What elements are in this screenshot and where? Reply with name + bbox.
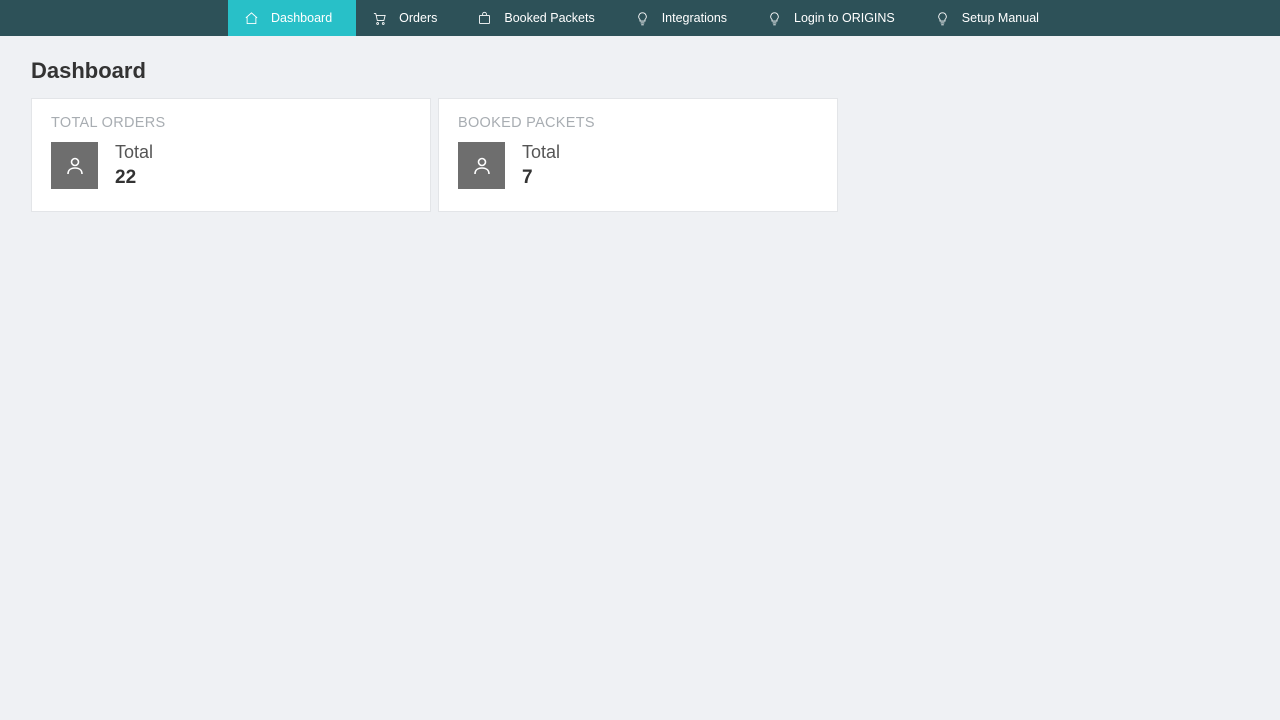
bulb-icon [935, 11, 950, 26]
card-body: Total 7 [458, 142, 818, 189]
page-title: Dashboard [31, 58, 1249, 84]
card-text: Total 22 [115, 142, 153, 189]
home-icon [244, 11, 259, 26]
card-label: Total [115, 142, 153, 163]
nav-label: Login to ORIGINS [794, 11, 895, 25]
nav-item-integrations[interactable]: Integrations [619, 0, 751, 36]
card-value: 7 [522, 167, 560, 189]
nav-item-setup-manual[interactable]: Setup Manual [919, 0, 1063, 36]
person-icon [458, 142, 505, 189]
top-nav: Dashboard Orders Booked Packets Integrat… [0, 0, 1280, 36]
bag-icon [477, 11, 492, 26]
card-title: BOOKED PACKETS [458, 115, 818, 131]
nav-label: Integrations [662, 11, 727, 25]
person-icon [51, 142, 98, 189]
card-total-orders: TOTAL ORDERS Total 22 [31, 98, 431, 212]
card-label: Total [522, 142, 560, 163]
cart-icon [372, 11, 387, 26]
nav-item-booked-packets[interactable]: Booked Packets [461, 0, 618, 36]
nav-item-orders[interactable]: Orders [356, 0, 461, 36]
nav-label: Setup Manual [962, 11, 1039, 25]
nav-label: Orders [399, 11, 437, 25]
card-booked-packets: BOOKED PACKETS Total 7 [438, 98, 838, 212]
main-content: Dashboard TOTAL ORDERS Total 22 BOOKED P… [0, 36, 1280, 234]
card-text: Total 7 [522, 142, 560, 189]
bulb-icon [767, 11, 782, 26]
nav-label: Booked Packets [504, 11, 594, 25]
nav-item-dashboard[interactable]: Dashboard [228, 0, 356, 36]
card-body: Total 22 [51, 142, 411, 189]
card-title: TOTAL ORDERS [51, 115, 411, 131]
card-value: 22 [115, 167, 153, 189]
nav-label: Dashboard [271, 11, 332, 25]
cards-row: TOTAL ORDERS Total 22 BOOKED PACKETS Tot… [31, 98, 1249, 212]
nav-item-login-origins[interactable]: Login to ORIGINS [751, 0, 919, 36]
bulb-icon [635, 11, 650, 26]
